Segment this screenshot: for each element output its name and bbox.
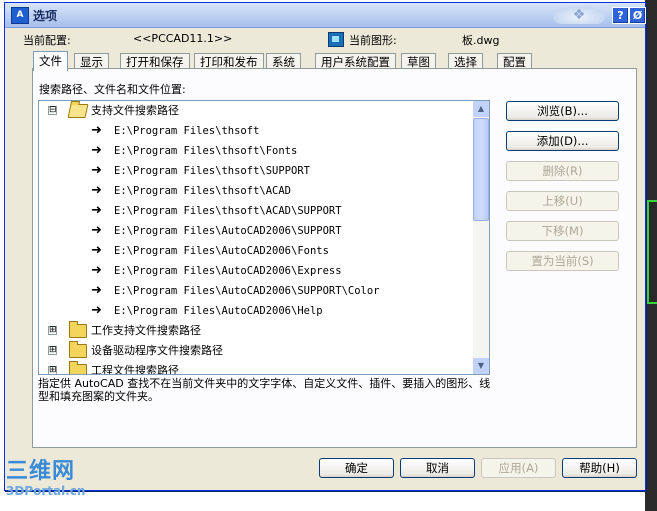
path-label: E:\Program Files\AutoCAD2006\Fonts [114, 245, 329, 257]
search-path-tree[interactable]: ⊟ 支持文件搜索路径 ➜ E:\Program Files\thsoft ➜ E… [38, 100, 490, 375]
files-tab-panel: 搜索路径、文件名和文件位置: ⊟ 支持文件搜索路径 ➜ E:\Program F… [32, 68, 637, 448]
options-dialog: A 选项 ❖ ? Ø 当前配置: <<PCCAD11.1>> 当前图形: 板.d… [4, 2, 646, 491]
windows-logo-icon: ❖ [553, 6, 605, 24]
drawing-file-icon [328, 32, 344, 47]
current-profile-value: <<PCCAD11.1>> [133, 32, 233, 45]
path-arrow-icon: ➜ [91, 243, 102, 258]
path-label: E:\Program Files\thsoft\Fonts [114, 145, 298, 157]
site-watermark: 三维网 3DPortal.cn [6, 459, 106, 499]
tree-node-label: 工程文件搜索路径 [91, 364, 179, 374]
help-button[interactable]: 帮助(H) [562, 458, 637, 478]
folder-icon [69, 321, 87, 338]
path-label: E:\Program Files\thsoft [114, 125, 260, 137]
path-label: E:\Program Files\AutoCAD2006\Express [114, 265, 342, 277]
tree-scrollbar[interactable]: ▲ ▼ [473, 101, 489, 374]
path-arrow-icon: ➜ [91, 283, 102, 298]
expand-icon[interactable]: ⊞ [48, 326, 57, 335]
tree-node-label: 设备驱动程序文件搜索路径 [91, 344, 223, 357]
title-bar[interactable]: A 选项 ❖ ? Ø [5, 3, 646, 28]
path-arrow-icon: ➜ [91, 223, 102, 238]
ok-button[interactable]: 确定 [319, 458, 394, 478]
path-arrow-icon: ➜ [91, 303, 102, 318]
path-arrow-icon: ➜ [91, 143, 102, 158]
move-down-button[interactable]: 下移(M) [506, 221, 619, 241]
expand-icon[interactable]: ⊞ [48, 346, 57, 355]
path-label: E:\Program Files\thsoft\SUPPORT [114, 165, 310, 177]
path-label: E:\Program Files\AutoCAD2006\SUPPORT [114, 225, 342, 237]
tab-files[interactable]: 文件 [33, 51, 68, 71]
path-arrow-icon: ➜ [91, 183, 102, 198]
tree-node-label: 工作支持文件搜索路径 [91, 324, 201, 337]
scroll-up-icon[interactable]: ▲ [473, 101, 489, 117]
add-button[interactable]: 添加(D)... [506, 131, 619, 151]
current-profile-label: 当前配置: [23, 34, 71, 47]
description-text: 指定供 AutoCAD 查找不在当前文件夹中的文字字体、自定义文件、插件、要插入… [38, 377, 492, 417]
background-drawing-mark [647, 200, 657, 304]
path-arrow-icon: ➜ [91, 263, 102, 278]
autocad-app-icon: A [11, 7, 29, 24]
folder-icon [69, 341, 87, 358]
path-arrow-icon: ➜ [91, 163, 102, 178]
path-label: E:\Program Files\AutoCAD2006\SUPPORT\Col… [114, 285, 380, 297]
scroll-down-icon[interactable]: ▼ [473, 358, 489, 374]
scroll-thumb[interactable] [473, 118, 489, 221]
expand-icon[interactable]: ⊞ [48, 366, 57, 374]
path-label: E:\Program Files\thsoft\ACAD [114, 185, 292, 197]
tree-viewport: ⊟ 支持文件搜索路径 ➜ E:\Program Files\thsoft ➜ E… [39, 101, 473, 374]
open-folder-icon [67, 104, 89, 118]
watermark-logo: 三维网 [6, 459, 76, 484]
remove-button[interactable]: 删除(R) [506, 161, 619, 181]
background-canvas-edge [645, 0, 657, 511]
watermark-site: 3DPortal.cn [6, 484, 86, 498]
collapse-icon[interactable]: ⊟ [48, 106, 57, 115]
help-title-button[interactable]: ? [612, 7, 629, 24]
browse-button[interactable]: 浏览(B)... [506, 101, 619, 121]
current-drawing-label: 当前图形: [349, 34, 397, 47]
dialog-title: 选项 [33, 9, 58, 23]
tree-node-label: 支持文件搜索路径 [91, 104, 179, 117]
current-drawing-value: 板.dwg [462, 34, 500, 47]
path-label: E:\Program Files\thsoft\ACAD\SUPPORT [114, 205, 342, 217]
set-current-button[interactable]: 置为当前(S) [506, 251, 619, 271]
folder-icon [69, 361, 87, 374]
apply-button[interactable]: 应用(A) [481, 458, 556, 478]
move-up-button[interactable]: 上移(U) [506, 191, 619, 211]
path-arrow-icon: ➜ [91, 203, 102, 218]
search-paths-caption: 搜索路径、文件名和文件位置: [39, 83, 186, 96]
path-arrow-icon: ➜ [91, 123, 102, 138]
cancel-button[interactable]: 取消 [400, 458, 475, 478]
close-title-button[interactable]: Ø [629, 7, 646, 24]
path-label: E:\Program Files\AutoCAD2006\Help [114, 305, 323, 317]
